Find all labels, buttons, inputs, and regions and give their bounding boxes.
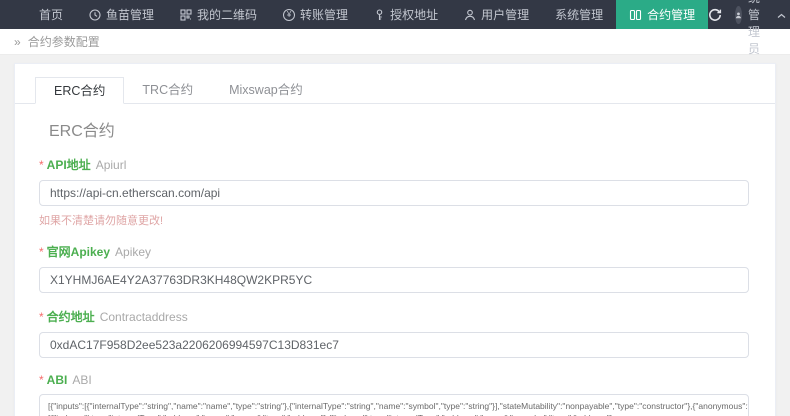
contract-form: * API地址 Apiurl 如果不清楚请勿随意更改! * 官网Apikey A…: [15, 156, 775, 416]
field-abi: * ABI ABI [{"inputs":[{"internalType":"s…: [39, 373, 749, 416]
nav-item-contract-management[interactable]: 合约管理: [616, 0, 708, 29]
nav-item-label: 合约管理: [647, 6, 695, 23]
field-label-cn: 合约地址: [47, 308, 95, 325]
required-asterisk: *: [39, 310, 44, 324]
nav-item-label: 鱼苗管理: [106, 6, 154, 23]
field-label-en: Contractaddress: [100, 310, 188, 324]
nav-item-my-qrcode[interactable]: 我的二维码: [167, 0, 270, 29]
nav-item-system-management[interactable]: 系统管理: [542, 0, 616, 29]
nav-item-label: 用户管理: [481, 6, 529, 23]
columns-icon: [629, 9, 642, 21]
field-label: * ABI ABI: [39, 373, 749, 387]
nav-item-label: 系统管理: [555, 6, 603, 23]
field-label-en: ABI: [72, 373, 91, 387]
user-icon: [464, 9, 476, 21]
field-label-cn: 官网Apikey: [47, 243, 110, 260]
refresh-icon[interactable]: [708, 8, 722, 22]
apiurl-help-text: 如果不清楚请勿随意更改!: [39, 212, 749, 228]
section-title: ERC合约: [49, 117, 775, 141]
contract-tabs: ERC合约 TRC合约 Mixswap合约: [15, 77, 775, 104]
navbar-right: 系统管理员: [708, 0, 790, 29]
field-contract-address: * 合约地址 Contractaddress: [39, 308, 749, 358]
nav-item-label: 授权地址: [390, 6, 438, 23]
user-name: 系统管理员: [748, 0, 771, 57]
required-asterisk: *: [39, 373, 44, 387]
field-label-cn: ABI: [47, 373, 68, 387]
breadcrumb-separator-icon: »: [14, 35, 21, 49]
tab-mixswap[interactable]: Mixswap合约: [211, 77, 321, 103]
abi-textarea[interactable]: [{"inputs":[{"internalType":"string","na…: [39, 394, 749, 416]
key-icon: [374, 9, 385, 21]
field-apiurl: * API地址 Apiurl 如果不清楚请勿随意更改!: [39, 156, 749, 228]
field-apikey: * 官网Apikey Apikey: [39, 243, 749, 293]
field-label-en: Apikey: [115, 245, 151, 259]
content-card: ERC合约 TRC合约 Mixswap合约 ERC合约 * API地址 Apiu…: [14, 63, 776, 416]
required-asterisk: *: [39, 158, 44, 172]
nav-item-home[interactable]: 首页: [26, 0, 76, 29]
nav-menu: 首页 鱼苗管理 我的二维码 ¥ 转账管理: [0, 0, 708, 29]
breadcrumb: » 合约参数配置: [0, 29, 790, 55]
field-label: * API地址 Apiurl: [39, 156, 749, 173]
field-label: * 官网Apikey Apikey: [39, 243, 749, 260]
nav-item-user-management[interactable]: 用户管理: [451, 0, 542, 29]
nav-item-fry-management[interactable]: 鱼苗管理: [76, 0, 167, 29]
nav-item-transfer-management[interactable]: ¥ 转账管理: [270, 0, 361, 29]
contract-address-input[interactable]: [39, 332, 749, 358]
top-navbar: 首页 鱼苗管理 我的二维码 ¥ 转账管理: [0, 0, 790, 29]
yen-circle-icon: ¥: [283, 9, 295, 21]
chevron-up-icon: [777, 8, 786, 22]
apikey-input[interactable]: [39, 267, 749, 293]
nav-item-label: 转账管理: [300, 6, 348, 23]
nav-item-label: 首页: [39, 6, 63, 23]
field-label-cn: API地址: [47, 156, 91, 173]
qr-code-icon: [180, 9, 192, 21]
user-menu[interactable]: 系统管理员: [735, 0, 786, 57]
nav-item-authorized-address[interactable]: 授权地址: [361, 0, 451, 29]
field-label-en: Apiurl: [96, 158, 127, 172]
clock-icon: [89, 9, 101, 21]
apiurl-input[interactable]: [39, 180, 749, 206]
field-label: * 合约地址 Contractaddress: [39, 308, 749, 325]
avatar: [735, 6, 742, 24]
nav-item-label: 我的二维码: [197, 6, 257, 23]
breadcrumb-item[interactable]: 合约参数配置: [28, 33, 100, 50]
tab-erc[interactable]: ERC合约: [35, 77, 124, 104]
required-asterisk: *: [39, 245, 44, 259]
tab-trc[interactable]: TRC合约: [124, 77, 211, 103]
